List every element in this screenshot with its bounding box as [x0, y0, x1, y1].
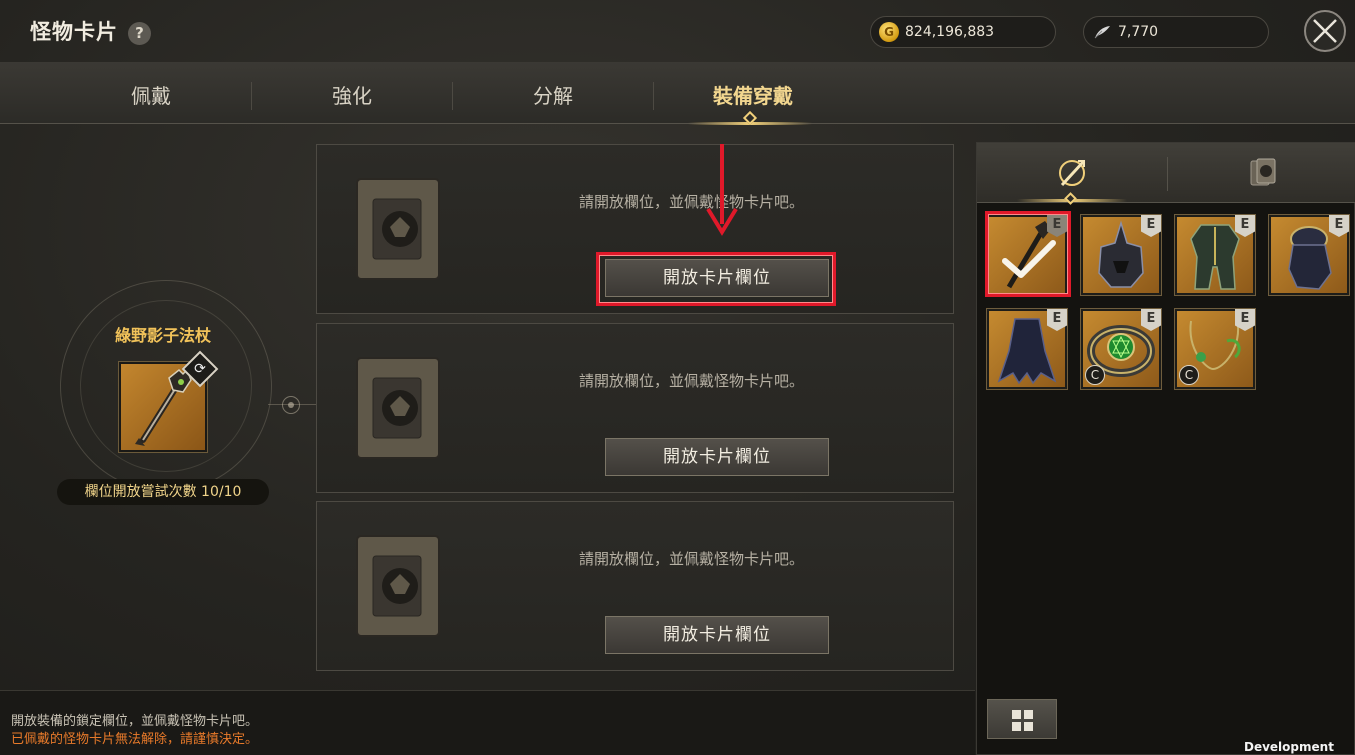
equipment-name: 綠野影子法杖	[114, 326, 211, 345]
grid-icon	[1024, 722, 1033, 731]
grid-view-button[interactable]	[987, 699, 1057, 739]
app-window: 怪物卡片 ? G 824,196,883 7,770 佩戴 強化 分解 裝備穿戴	[0, 0, 1355, 755]
gold-amount: 824,196,883	[905, 24, 995, 40]
tab-enhance[interactable]: 強化	[252, 80, 452, 109]
header: 怪物卡片 ? G 824,196,883 7,770	[0, 0, 1355, 62]
card-slot-badge: C	[1179, 365, 1199, 385]
tab-bar: 佩戴 強化 分解 裝備穿戴	[0, 62, 1355, 124]
open-slot-button[interactable]: 開放卡片欄位	[605, 438, 829, 476]
connector-node	[282, 396, 300, 414]
tab-divider	[1167, 157, 1168, 191]
tries-counter: 欄位開放嘗試次數 10/10	[57, 479, 269, 505]
card-slot-3: 請開放欄位，並佩戴怪物卡片吧。 開放卡片欄位	[316, 501, 954, 671]
footer-warning: 已佩戴的怪物卡片無法解除，請謹慎決定。	[11, 732, 259, 747]
silver-amount: 7,770	[1118, 24, 1159, 40]
grid-icon	[1012, 710, 1021, 719]
gold-coin-icon: G	[879, 22, 899, 42]
card-placeholder-icon	[356, 357, 440, 459]
feather-icon	[1092, 22, 1112, 42]
slot-message: 請開放欄位，並佩戴怪物卡片吧。	[579, 550, 805, 568]
footer-note: 開放裝備的鎖定欄位，並佩戴怪物卡片吧。	[11, 714, 259, 729]
slot-message: 請開放欄位，並佩戴怪物卡片吧。	[579, 372, 805, 390]
tab-equipment-icon[interactable]	[1054, 155, 1090, 191]
dev-build-label: Development Build	[1244, 740, 1334, 755]
inventory-item-helmet[interactable]: E	[1081, 215, 1161, 295]
footer-notes: 開放裝備的鎖定欄位，並佩戴怪物卡片吧。 已佩戴的怪物卡片無法解除，請謹慎決定。	[0, 690, 975, 755]
inventory-item-cape[interactable]: E	[987, 309, 1067, 389]
card-slot-badge: C	[1085, 365, 1105, 385]
page-title: 怪物卡片	[30, 20, 118, 44]
inventory-item-necklace[interactable]: E C	[1175, 309, 1255, 389]
active-tab-diamond	[1064, 192, 1077, 205]
inventory-panel: E E E E E E C E C	[976, 142, 1355, 755]
annotation-arrow-icon	[706, 207, 738, 236]
tab-card-icon[interactable]	[1245, 155, 1281, 191]
grid-icon	[1024, 710, 1033, 719]
close-icon	[1313, 19, 1337, 43]
gold-currency: G 824,196,883	[870, 16, 1056, 48]
card-placeholder-icon	[356, 178, 440, 280]
silver-currency: 7,770	[1083, 16, 1269, 48]
help-icon[interactable]: ?	[128, 22, 151, 45]
card-placeholder-icon	[356, 535, 440, 637]
tab-equip[interactable]: 裝備穿戴	[653, 80, 853, 109]
inventory-item-ring[interactable]: E C	[1081, 309, 1161, 389]
tab-dismantle[interactable]: 分解	[453, 80, 653, 109]
card-slot-2: 請開放欄位，並佩戴怪物卡片吧。 開放卡片欄位	[316, 323, 954, 493]
tab-wear[interactable]: 佩戴	[51, 80, 251, 109]
inventory-item-armor[interactable]: E	[1175, 215, 1255, 295]
open-slot-button[interactable]: 開放卡片欄位	[605, 616, 829, 654]
highlight-open-slot	[596, 252, 836, 306]
grid-icon	[1012, 722, 1021, 731]
inventory-item-gloves[interactable]: E	[1269, 215, 1349, 295]
inventory-tabs	[977, 143, 1355, 205]
close-button[interactable]	[1304, 10, 1346, 52]
highlight-selected-item	[985, 211, 1071, 297]
